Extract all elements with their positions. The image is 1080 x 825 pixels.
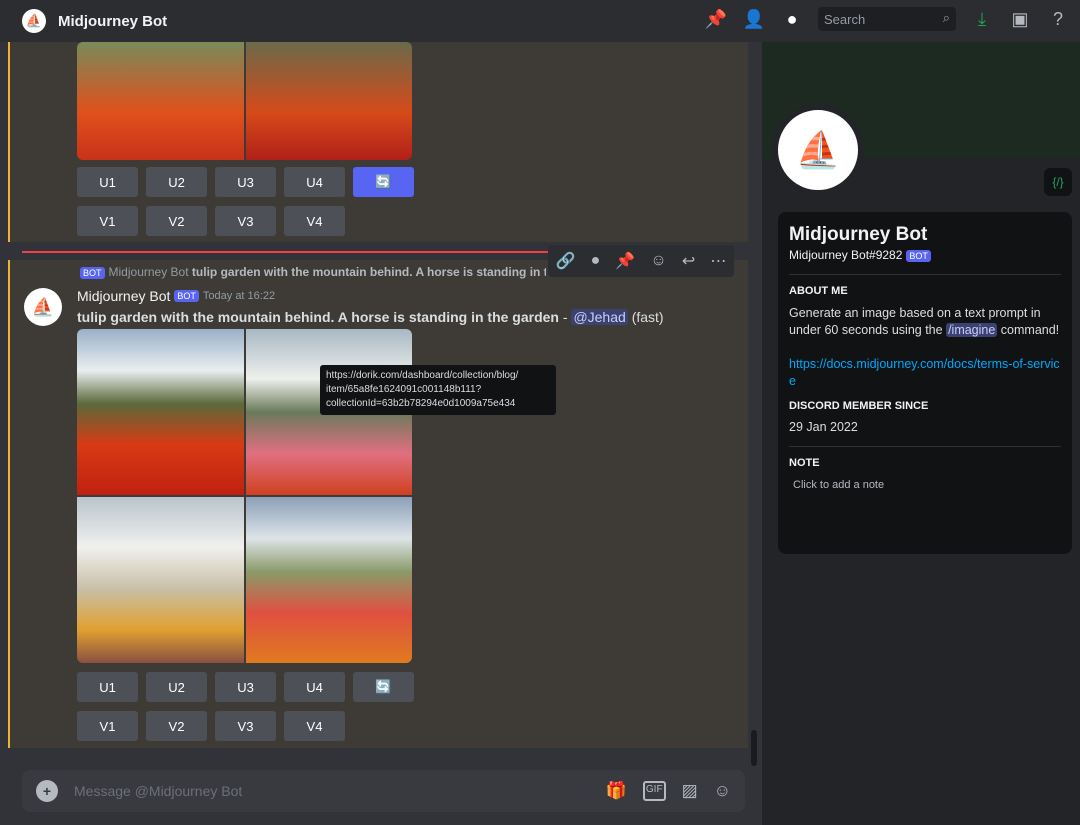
- download-icon[interactable]: ⤓: [970, 7, 994, 31]
- about-text: Generate an image based on a text prompt…: [789, 306, 1060, 337]
- link-tooltip: https://dorik.com/dashboard/collection/b…: [320, 365, 556, 415]
- profile-toggle-icon[interactable]: ●: [780, 7, 804, 31]
- profile-avatar: ⛵: [772, 104, 864, 196]
- note-input[interactable]: Click to add a note: [789, 479, 1061, 491]
- add-friend-icon[interactable]: 👤: [742, 7, 766, 31]
- image-tile: [77, 42, 244, 160]
- v4-button[interactable]: V4: [284, 711, 345, 741]
- channel-title: Midjourney Bot: [58, 12, 168, 30]
- v1-button[interactable]: V1: [77, 711, 138, 741]
- reaction-icon[interactable]: ☺: [650, 252, 666, 270]
- v3-button[interactable]: V3: [215, 711, 276, 741]
- sticker-icon[interactable]: ▨: [682, 781, 698, 801]
- author-name[interactable]: Midjourney Bot: [77, 288, 170, 304]
- developer-badge-icon[interactable]: {/}: [1044, 168, 1072, 196]
- command-mention[interactable]: /imagine: [946, 323, 998, 337]
- highlight-bar: [8, 42, 10, 242]
- attach-icon[interactable]: +: [36, 780, 58, 802]
- reply-preview[interactable]: BOT Midjourney Bot tulip garden with the …: [76, 265, 546, 279]
- new-messages-line: [22, 251, 552, 253]
- author-avatar[interactable]: ⛵: [24, 288, 62, 326]
- reply-icon[interactable]: ↩: [682, 251, 695, 271]
- image-tile: [77, 329, 244, 495]
- u1-button[interactable]: U1: [77, 672, 138, 702]
- image-tile: [77, 497, 244, 663]
- image-tile: [245, 42, 412, 160]
- u2-button[interactable]: U2: [146, 672, 207, 702]
- u3-button[interactable]: U3: [215, 672, 276, 702]
- profile-panel: ⛵ {/} Midjourney Bot Midjourney Bot#9282…: [762, 42, 1080, 825]
- u4-button[interactable]: U4: [284, 167, 345, 197]
- reroll-button[interactable]: 🔄: [353, 167, 414, 197]
- timestamp: Today at 16:22: [202, 290, 276, 302]
- scrollbar[interactable]: [751, 730, 757, 766]
- v2-button[interactable]: V2: [146, 711, 207, 741]
- inbox-icon[interactable]: ▣: [1008, 7, 1032, 31]
- thread-icon[interactable]: ●: [591, 252, 601, 270]
- bot-avatar: ⛵: [22, 9, 46, 33]
- profile-card: Midjourney Bot Midjourney Bot#9282 BOT AB…: [778, 212, 1072, 554]
- gift-icon[interactable]: 🎁: [606, 781, 627, 801]
- v1-button[interactable]: V1: [77, 206, 138, 236]
- link-icon[interactable]: 🔗: [556, 251, 576, 271]
- u3-button[interactable]: U3: [215, 167, 276, 197]
- emoji-icon[interactable]: ☺: [714, 781, 731, 801]
- search-icon: ⌕: [942, 10, 950, 25]
- gif-icon[interactable]: GIF: [642, 781, 666, 801]
- message-list: U1 U2 U3 U4 🔄 V1 V2 V3 V4 🔗 ● 📌 ☺ ↩ ⋯ BOT Midj…: [8, 42, 748, 748]
- image-tile: [245, 497, 412, 663]
- v3-button[interactable]: V3: [215, 206, 276, 236]
- pin-icon[interactable]: 📌: [615, 251, 635, 271]
- reroll-button[interactable]: 🔄: [353, 672, 414, 702]
- previous-image-grid[interactable]: [77, 42, 412, 160]
- u2-button[interactable]: U2: [146, 167, 207, 197]
- pin-icon[interactable]: 📌: [704, 7, 728, 31]
- message-toolbar: 🔗 ● 📌 ☺ ↩ ⋯: [548, 245, 734, 277]
- v2-button[interactable]: V2: [146, 206, 207, 236]
- more-icon[interactable]: ⋯: [710, 251, 726, 271]
- highlight-bar: [8, 260, 10, 748]
- mention[interactable]: @Jehad: [571, 309, 628, 325]
- title-bar: ⛵ Midjourney Bot 📌 👤 ● Search ⌕ ⤓ ▣ ?: [0, 0, 1080, 42]
- terms-link[interactable]: https://docs.midjourney.com/docs/terms-o…: [789, 356, 1061, 390]
- u4-button[interactable]: U4: [284, 672, 345, 702]
- bot-badge: BOT: [174, 290, 199, 302]
- v4-button[interactable]: V4: [284, 206, 345, 236]
- message-input[interactable]: + Message @Midjourney Bot 🎁 GIF ▨ ☺: [22, 770, 745, 812]
- message-content: tulip garden with the mountain behind. A…: [77, 309, 664, 325]
- help-icon[interactable]: ?: [1046, 7, 1070, 31]
- u1-button[interactable]: U1: [77, 167, 138, 197]
- search-input[interactable]: Search ⌕: [818, 7, 956, 31]
